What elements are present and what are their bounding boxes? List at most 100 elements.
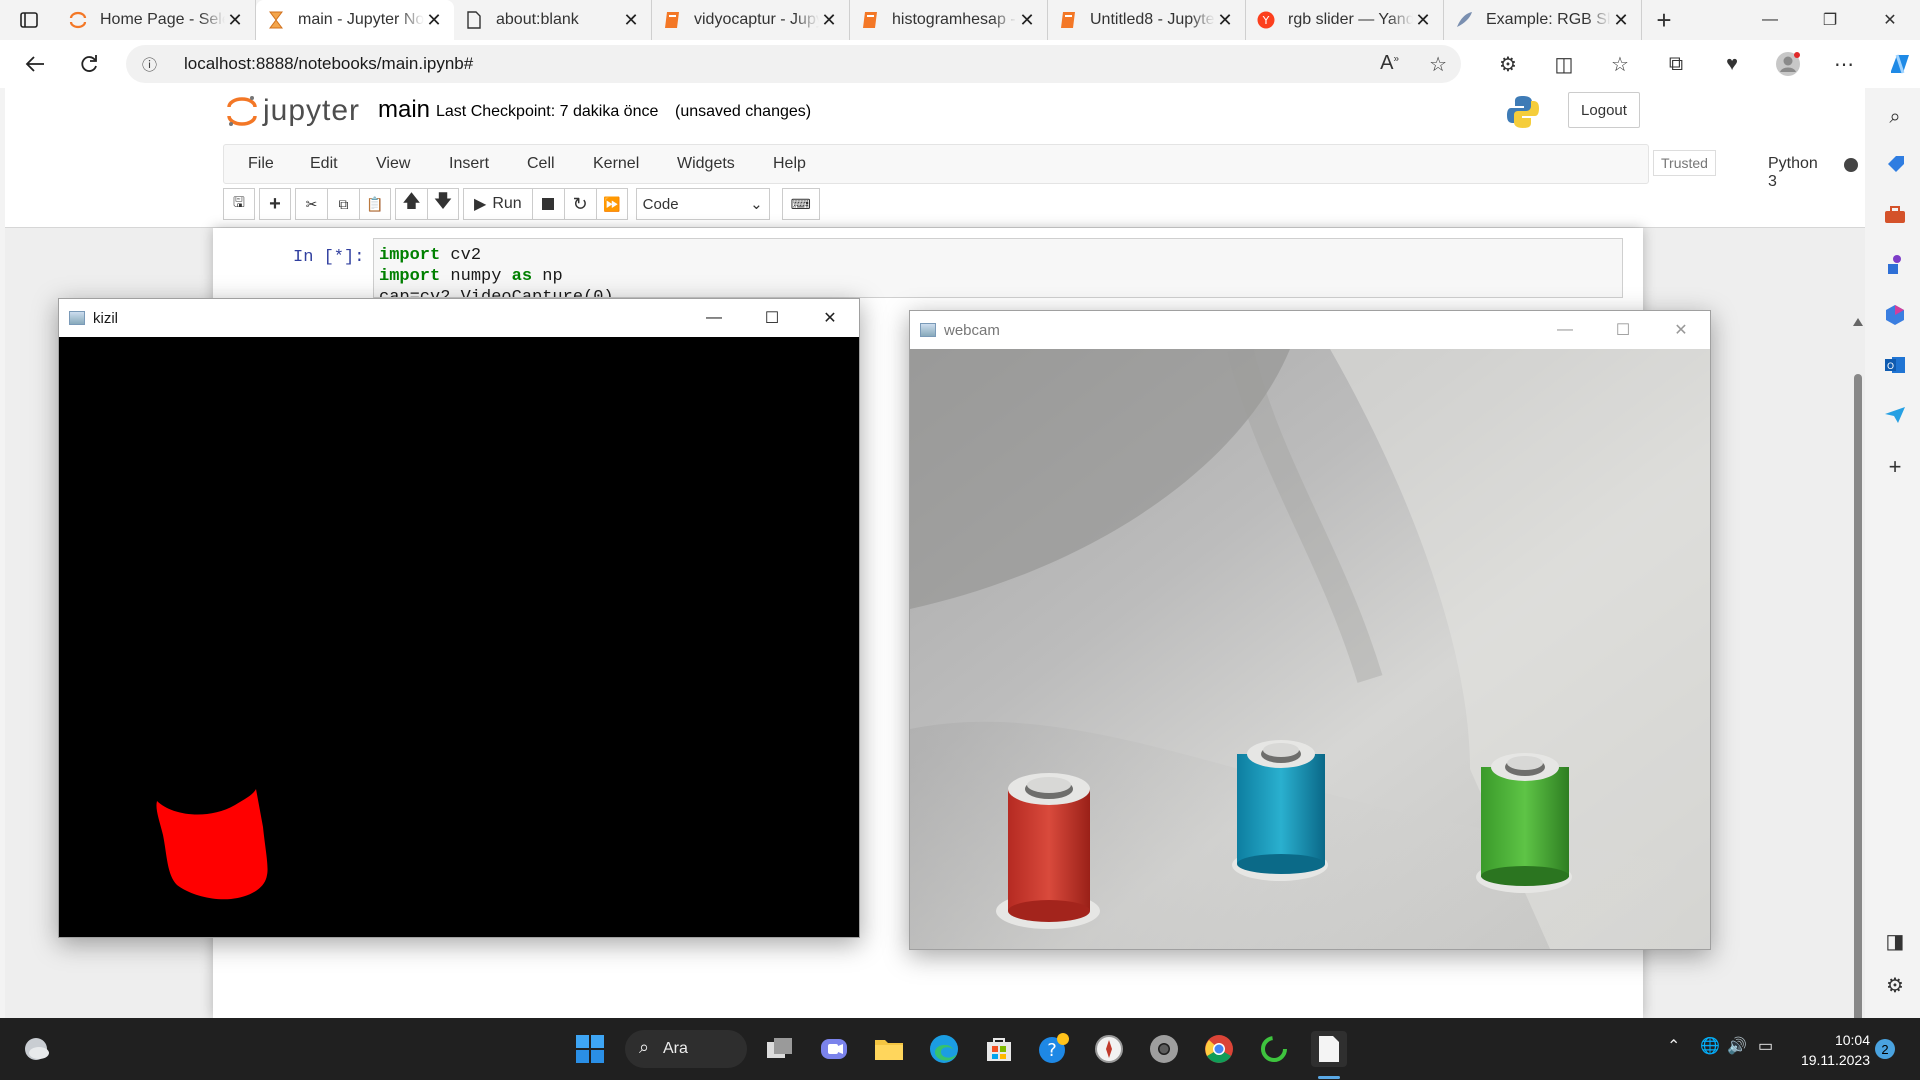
scroll-up-icon[interactable] xyxy=(1853,318,1863,326)
insert-cell-button[interactable]: + xyxy=(259,188,291,220)
clock-app-button[interactable] xyxy=(1091,1031,1127,1067)
search-icon[interactable]: ⌕ xyxy=(1870,102,1920,132)
taskbar-search[interactable]: ⌕ Ara xyxy=(625,1030,747,1068)
restart-button[interactable]: ↻ xyxy=(563,188,596,220)
volume-icon[interactable]: 🔊 xyxy=(1727,1036,1747,1056)
back-button[interactable] xyxy=(8,40,62,88)
paste-button[interactable]: 📋 xyxy=(359,188,391,220)
browser-tab-histogramhesap[interactable]: histogramhesap - ✕ xyxy=(850,0,1048,40)
kernel-name[interactable]: Python 3 xyxy=(1768,155,1818,191)
jupyter-logo[interactable]: jupyter xyxy=(227,94,360,128)
copilot-icon[interactable] xyxy=(1872,51,1920,77)
menu-file[interactable]: File xyxy=(248,155,274,173)
add-sidebar-app-button[interactable]: + xyxy=(1870,452,1920,482)
tools-icon[interactable] xyxy=(1870,200,1920,230)
reload-button[interactable] xyxy=(62,40,116,88)
battery-icon[interactable]: ▭ xyxy=(1758,1036,1773,1056)
close-window-button[interactable]: ✕ xyxy=(1860,0,1920,40)
menu-insert[interactable]: Insert xyxy=(449,155,489,173)
browser-tab-home[interactable]: Home Page - Sele ✕ xyxy=(58,0,256,40)
restore-button[interactable]: ❐ xyxy=(1800,0,1860,40)
menu-widgets[interactable]: Widgets xyxy=(677,155,735,173)
favorite-star-icon[interactable]: ☆ xyxy=(1429,52,1447,77)
code-cell-editor[interactable]: import cv2 import numpy as np cap=cv2.Vi… xyxy=(373,238,1623,298)
menu-help[interactable]: Help xyxy=(773,155,806,173)
close-icon[interactable]: ✕ xyxy=(621,10,641,31)
get-help-button[interactable]: ? xyxy=(1036,1031,1072,1067)
browser-tab-untitled8[interactable]: Untitled8 - Jupyte ✕ xyxy=(1048,0,1246,40)
maximize-button[interactable]: ☐ xyxy=(743,299,801,337)
page-scrollbar[interactable] xyxy=(1850,318,1864,1018)
file-explorer-button[interactable] xyxy=(871,1031,907,1067)
command-palette-button[interactable]: ⌨ xyxy=(781,188,820,220)
trusted-badge[interactable]: Trusted xyxy=(1653,150,1716,176)
language-icon[interactable]: 🌐 xyxy=(1700,1036,1720,1056)
move-down-button[interactable]: 🡇 xyxy=(427,188,459,220)
restart-run-all-button[interactable]: ⏩ xyxy=(595,188,628,220)
extensions-icon[interactable]: ⚙ xyxy=(1480,52,1536,77)
interrupt-button[interactable] xyxy=(531,188,564,220)
minimize-button[interactable]: — xyxy=(1740,0,1800,40)
menu-kernel[interactable]: Kernel xyxy=(593,155,639,173)
menu-edit[interactable]: Edit xyxy=(310,155,338,173)
system-clock[interactable]: 10:04 19.11.2023 xyxy=(1798,1030,1870,1070)
split-screen-icon[interactable]: ◫ xyxy=(1536,52,1592,77)
browser-tab-example-rgb[interactable]: Example: RGB Slic ✕ xyxy=(1444,0,1642,40)
maximize-button[interactable]: ☐ xyxy=(1594,311,1652,349)
site-info-icon[interactable]: ⓘ xyxy=(142,54,172,75)
show-hidden-icons-button[interactable]: ⌃ xyxy=(1667,1036,1680,1056)
close-icon[interactable]: ✕ xyxy=(424,10,444,31)
favorites-icon[interactable]: ☆ xyxy=(1592,52,1648,77)
task-view-button[interactable] xyxy=(762,1031,798,1067)
mask-window-titlebar[interactable]: kizil — ☐ ✕ xyxy=(59,299,859,337)
outlook-icon[interactable]: O xyxy=(1870,350,1920,380)
close-icon[interactable]: ✕ xyxy=(225,10,245,31)
tab-actions-button[interactable] xyxy=(0,0,58,40)
scrollbar-thumb[interactable] xyxy=(1854,374,1862,1018)
close-icon[interactable]: ✕ xyxy=(1611,10,1631,31)
copy-button[interactable]: ⧉ xyxy=(327,188,359,220)
loading-app-button[interactable] xyxy=(1256,1031,1292,1067)
close-icon[interactable]: ✕ xyxy=(1413,10,1433,31)
start-button[interactable] xyxy=(572,1031,608,1067)
notebook-name[interactable]: main xyxy=(378,96,430,124)
close-icon[interactable]: ✕ xyxy=(1215,10,1235,31)
cut-button[interactable]: ✂ xyxy=(295,188,327,220)
close-button[interactable]: ✕ xyxy=(801,299,859,337)
webcam-window[interactable]: webcam — ☐ ✕ xyxy=(909,310,1711,950)
microsoft-365-icon[interactable] xyxy=(1870,300,1920,330)
notification-badge[interactable]: 2 xyxy=(1875,1039,1895,1059)
sidebar-settings-icon[interactable]: ⚙ xyxy=(1870,970,1920,1000)
minimize-button[interactable]: — xyxy=(1536,311,1594,349)
menu-view[interactable]: View xyxy=(376,155,410,173)
mask-window[interactable]: kizil — ☐ ✕ xyxy=(58,298,860,938)
hide-sidebar-icon[interactable]: ◨ xyxy=(1870,926,1920,956)
collections-icon[interactable]: ⧉ xyxy=(1648,53,1704,76)
browser-tab-rgb-slider[interactable]: Y rgb slider — Yand ✕ xyxy=(1246,0,1444,40)
close-icon[interactable]: ✕ xyxy=(1017,10,1037,31)
edge-taskbar-button[interactable] xyxy=(926,1031,962,1067)
minimize-button[interactable]: — xyxy=(685,299,743,337)
menu-cell[interactable]: Cell xyxy=(527,155,555,173)
save-button[interactable]: 🖫 xyxy=(223,188,255,220)
browser-tab-main[interactable]: main - Jupyter No ✕ xyxy=(256,0,454,40)
close-button[interactable]: ✕ xyxy=(1652,311,1710,349)
browser-tab-vidyocaptur[interactable]: vidyocaptur - Jupy ✕ xyxy=(652,0,850,40)
cell-type-select[interactable]: Code ⌄ xyxy=(635,188,770,220)
move-up-button[interactable]: 🡅 xyxy=(395,188,427,220)
send-icon[interactable] xyxy=(1870,400,1920,430)
chrome-dev-button[interactable] xyxy=(1146,1031,1182,1067)
close-icon[interactable]: ✕ xyxy=(819,10,839,31)
profile-avatar[interactable] xyxy=(1760,51,1816,77)
browser-essentials-icon[interactable]: ♥ xyxy=(1704,53,1760,76)
new-tab-button[interactable]: + xyxy=(1642,0,1686,40)
webcam-window-titlebar[interactable]: webcam — ☐ ✕ xyxy=(910,311,1710,349)
shopping-icon[interactable] xyxy=(1870,150,1920,180)
browser-tab-blank[interactable]: about:blank ✕ xyxy=(454,0,652,40)
notepad-button[interactable] xyxy=(1311,1031,1347,1067)
teams-chat-button[interactable] xyxy=(816,1031,852,1067)
run-button[interactable]: ▶ Run xyxy=(463,188,532,220)
games-icon[interactable] xyxy=(1870,250,1920,280)
weather-widget[interactable] xyxy=(18,1031,54,1067)
address-bar[interactable]: ⓘ localhost:8888/notebooks/main.ipynb# A… xyxy=(126,45,1461,83)
